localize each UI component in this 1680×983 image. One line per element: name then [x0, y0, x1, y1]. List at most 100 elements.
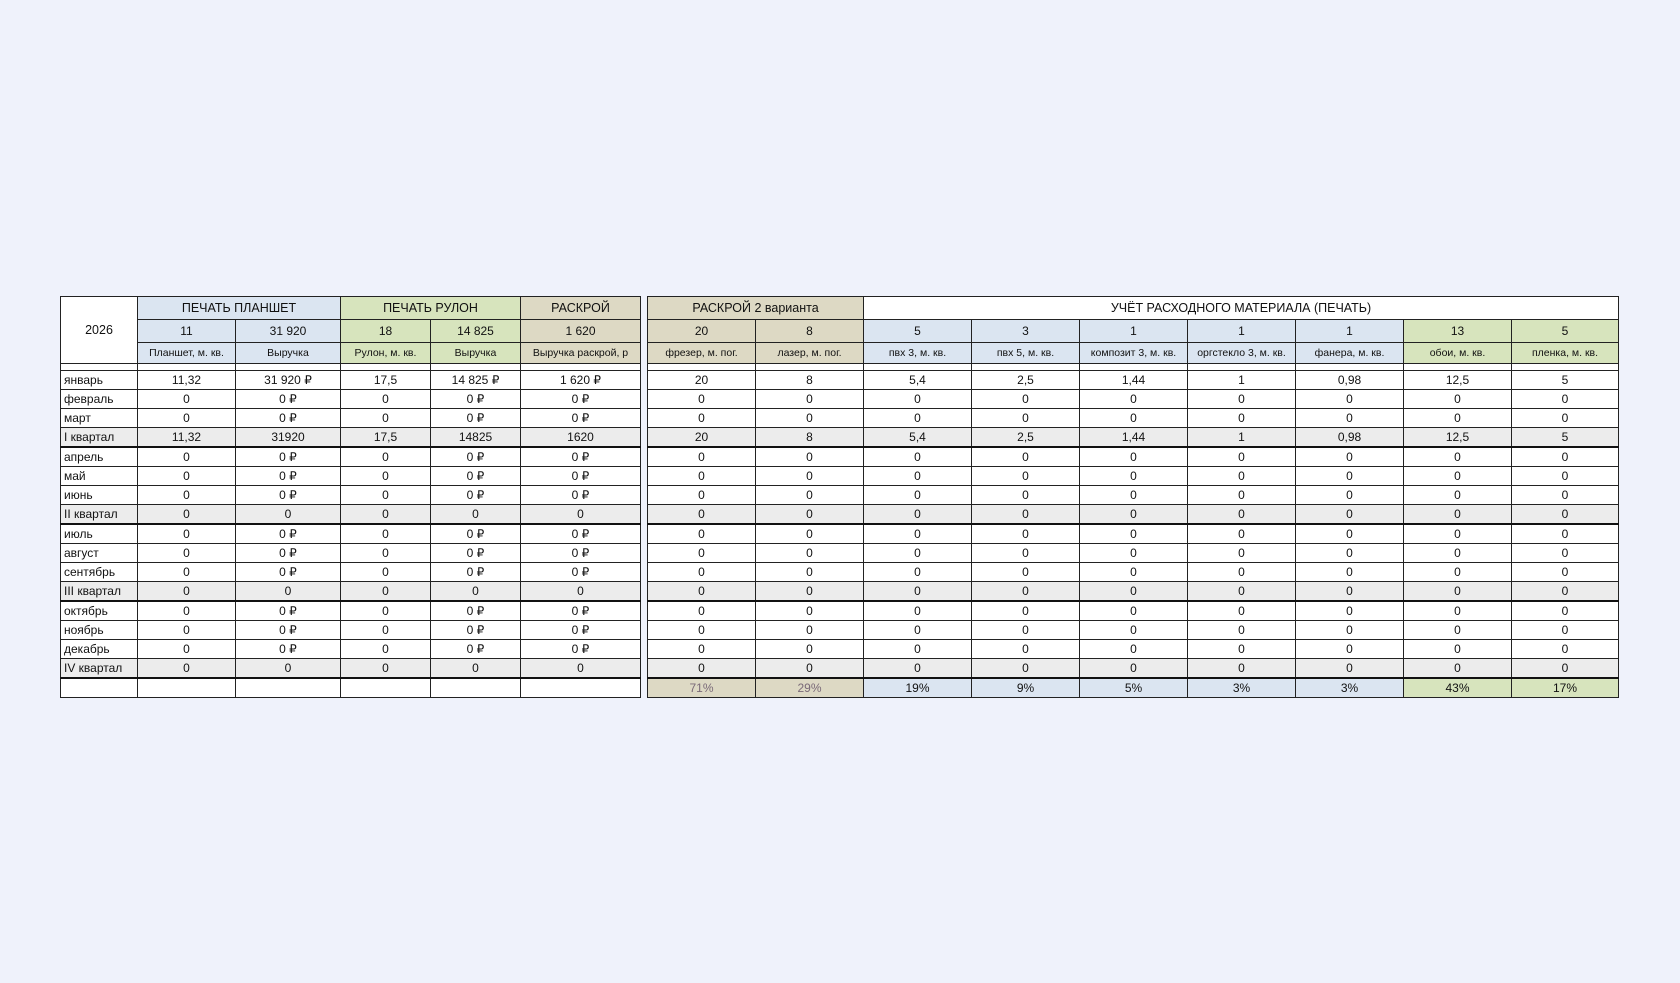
table-cell[interactable]: 0: [340, 446, 431, 467]
table-cell[interactable]: 5: [1511, 370, 1619, 390]
table-cell[interactable]: 0: [340, 639, 431, 659]
table-cell[interactable]: 0 ₽: [235, 639, 341, 659]
table-cell[interactable]: 0: [863, 466, 972, 486]
empty-cell[interactable]: [137, 677, 236, 698]
table-cell[interactable]: 0: [755, 446, 864, 467]
table-cell[interactable]: 0: [971, 639, 1080, 659]
table-cell[interactable]: 0: [1403, 581, 1512, 602]
table-cell[interactable]: 0: [1187, 562, 1296, 582]
table-cell[interactable]: 0: [1403, 543, 1512, 563]
table-cell[interactable]: 17,5: [340, 370, 431, 390]
percent-cell[interactable]: 71%: [647, 677, 756, 698]
column-name[interactable]: обои, м. кв.: [1403, 342, 1512, 364]
table-cell[interactable]: 0: [647, 389, 756, 409]
group-header[interactable]: УЧЁТ РАСХОДНОГО МАТЕРИАЛА (ПЕЧАТЬ): [863, 296, 1619, 320]
table-cell[interactable]: 0: [647, 600, 756, 621]
column-total[interactable]: 3: [971, 319, 1080, 343]
table-cell[interactable]: 0: [863, 485, 972, 505]
table-cell[interactable]: 2,5: [971, 370, 1080, 390]
table-cell[interactable]: 0 ₽: [430, 639, 521, 659]
table-cell[interactable]: 0: [1079, 620, 1188, 640]
column-total[interactable]: 13: [1403, 319, 1512, 343]
column-total[interactable]: 18: [340, 319, 431, 343]
table-cell[interactable]: 0 ₽: [520, 408, 641, 428]
table-cell[interactable]: 0: [1403, 408, 1512, 428]
percent-cell[interactable]: 5%: [1079, 677, 1188, 698]
table-cell[interactable]: 0: [1403, 523, 1512, 544]
row-label[interactable]: апрель: [60, 446, 138, 467]
table-cell[interactable]: 0 ₽: [235, 562, 341, 582]
table-cell[interactable]: 0: [647, 523, 756, 544]
table-cell[interactable]: 17,5: [340, 427, 431, 448]
table-cell[interactable]: 0: [647, 543, 756, 563]
table-cell[interactable]: 0: [1295, 543, 1404, 563]
table-cell[interactable]: 0: [863, 523, 972, 544]
table-cell[interactable]: 0: [863, 600, 972, 621]
table-cell[interactable]: 0: [1295, 485, 1404, 505]
table-cell[interactable]: 14825: [430, 427, 521, 448]
table-cell[interactable]: 0: [755, 562, 864, 582]
table-cell[interactable]: 0 ₽: [430, 446, 521, 467]
table-cell[interactable]: 0: [1295, 504, 1404, 525]
row-label[interactable]: май: [60, 466, 138, 486]
table-cell[interactable]: 0 ₽: [430, 523, 521, 544]
table-cell[interactable]: 0: [1511, 600, 1619, 621]
table-cell[interactable]: 0: [340, 581, 431, 602]
table-cell[interactable]: 0: [755, 389, 864, 409]
table-cell[interactable]: 0,98: [1295, 427, 1404, 448]
table-cell[interactable]: 0: [755, 523, 864, 544]
table-cell[interactable]: 0 ₽: [235, 485, 341, 505]
table-cell[interactable]: 0: [863, 504, 972, 525]
row-label[interactable]: сентябрь: [60, 562, 138, 582]
table-cell[interactable]: 0 ₽: [430, 562, 521, 582]
table-cell[interactable]: 0: [1187, 658, 1296, 679]
table-cell[interactable]: 0: [755, 581, 864, 602]
table-cell[interactable]: 0: [137, 620, 236, 640]
table-cell[interactable]: 0: [430, 658, 521, 679]
table-cell[interactable]: 0 ₽: [430, 543, 521, 563]
row-label[interactable]: III квартал: [60, 581, 138, 602]
table-cell[interactable]: 0: [971, 581, 1080, 602]
table-cell[interactable]: 0: [755, 620, 864, 640]
table-cell[interactable]: 0: [1403, 485, 1512, 505]
table-cell[interactable]: 0: [755, 408, 864, 428]
column-total[interactable]: 5: [1511, 319, 1619, 343]
table-cell[interactable]: 0 ₽: [235, 523, 341, 544]
table-cell[interactable]: 0: [1079, 543, 1188, 563]
column-name[interactable]: Выручка: [235, 342, 341, 364]
table-cell[interactable]: 0: [1079, 389, 1188, 409]
column-total[interactable]: 31 920: [235, 319, 341, 343]
table-cell[interactable]: 0 ₽: [520, 389, 641, 409]
group-header[interactable]: РАСКРОЙ: [520, 296, 641, 320]
table-cell[interactable]: 11,32: [137, 427, 236, 448]
table-cell[interactable]: 0 ₽: [430, 620, 521, 640]
table-cell[interactable]: 0: [137, 581, 236, 602]
table-cell[interactable]: 0: [755, 639, 864, 659]
table-cell[interactable]: 5,4: [863, 427, 972, 448]
table-cell[interactable]: 0: [1079, 562, 1188, 582]
table-cell[interactable]: 0: [340, 389, 431, 409]
table-cell[interactable]: 0: [1511, 446, 1619, 467]
table-cell[interactable]: 0: [430, 504, 521, 525]
empty-cell[interactable]: [60, 677, 138, 698]
table-cell[interactable]: 0: [1187, 523, 1296, 544]
table-cell[interactable]: 0: [1403, 658, 1512, 679]
table-cell[interactable]: 0: [971, 620, 1080, 640]
table-cell[interactable]: 1,44: [1079, 427, 1188, 448]
table-cell[interactable]: 0: [340, 658, 431, 679]
table-cell[interactable]: 1: [1187, 427, 1296, 448]
table-cell[interactable]: 0: [755, 658, 864, 679]
table-cell[interactable]: 0: [1079, 639, 1188, 659]
column-name[interactable]: пвх 5, м. кв.: [971, 342, 1080, 364]
table-cell[interactable]: 0: [1511, 408, 1619, 428]
table-cell[interactable]: 0: [1079, 485, 1188, 505]
table-cell[interactable]: 0: [1511, 466, 1619, 486]
table-cell[interactable]: 0: [863, 389, 972, 409]
column-name[interactable]: фрезер, м. пог.: [647, 342, 756, 364]
table-cell[interactable]: 31920: [235, 427, 341, 448]
table-cell[interactable]: 0: [1079, 600, 1188, 621]
table-cell[interactable]: 12,5: [1403, 427, 1512, 448]
table-cell[interactable]: 0 ₽: [235, 408, 341, 428]
table-cell[interactable]: 0: [971, 466, 1080, 486]
empty-cell[interactable]: [520, 677, 641, 698]
